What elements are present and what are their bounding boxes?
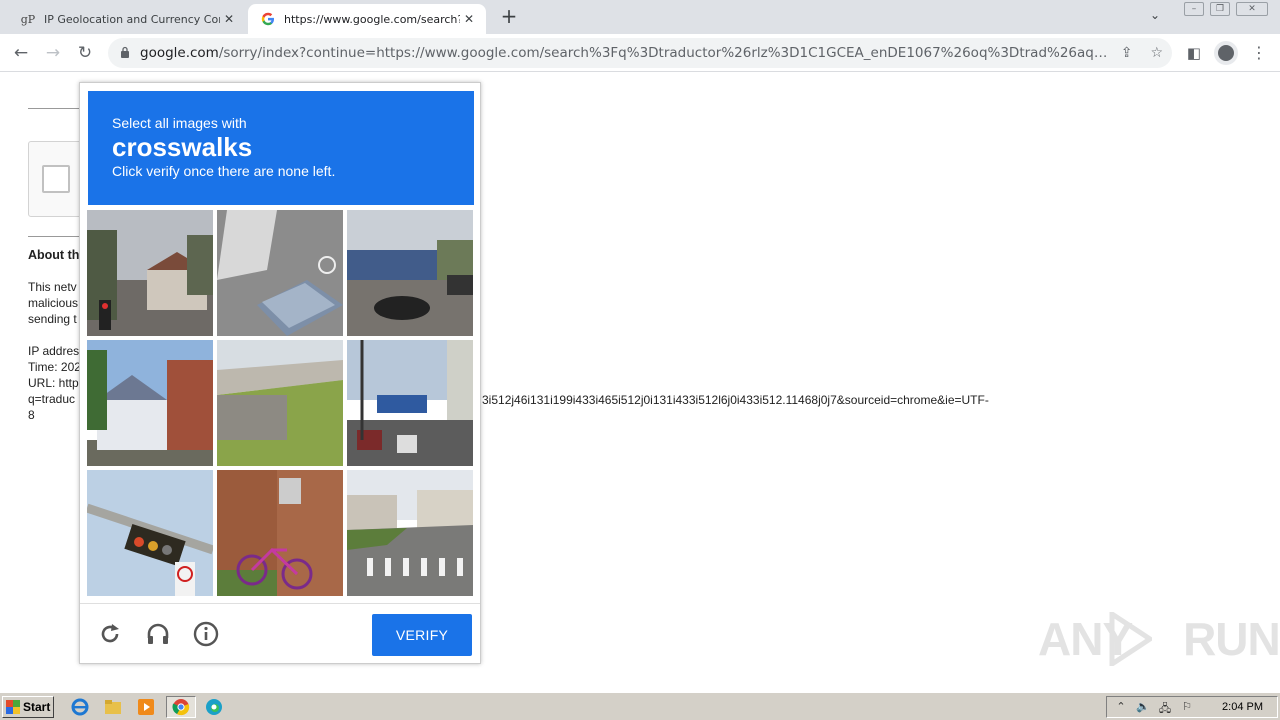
share-icon[interactable]: ⇪	[1121, 45, 1133, 61]
body-text-line: This netv	[28, 280, 77, 294]
captcha-tile-house[interactable]	[87, 340, 213, 466]
internet-explorer-icon[interactable]	[68, 697, 92, 717]
info-icon[interactable]	[192, 620, 220, 648]
captcha-tile-overpass[interactable]	[217, 340, 343, 466]
action-center-flag-icon[interactable]: ⚐	[1179, 700, 1195, 714]
body-text-line: malicious	[28, 296, 79, 310]
watermark-text: ANY RUN	[1038, 613, 1280, 665]
captcha-tile-bicycle[interactable]	[217, 470, 343, 596]
back-arrow-icon[interactable]: ←	[10, 42, 32, 64]
ip-address-line: IP addres	[28, 344, 80, 358]
chrome-taskbar-button[interactable]	[166, 696, 196, 718]
audio-challenge-headphones-icon[interactable]	[144, 620, 172, 648]
tab-google-search[interactable]: https://www.google.com/search?q= ✕	[248, 4, 486, 34]
google-g-icon	[260, 11, 276, 27]
close-window-icon[interactable]: ✕	[1236, 2, 1268, 16]
reload-icon[interactable]: ↻	[74, 42, 96, 64]
verify-button[interactable]: VERIFY	[372, 614, 472, 656]
captcha-tile-bike-lane[interactable]	[217, 210, 343, 336]
gp-favicon-icon: gP	[20, 12, 36, 26]
tab-title: IP Geolocation and Currency Conver	[44, 12, 220, 26]
captcha-tile-crosswalk[interactable]	[347, 470, 473, 596]
system-tray: ⌃ 🔈 🖧 ⚐ 2:04 PM	[1106, 696, 1278, 718]
url-host: google.com	[140, 45, 219, 61]
new-tab-button[interactable]: +	[498, 6, 520, 28]
tab-ip-geolocation[interactable]: gP IP Geolocation and Currency Conver ✕	[8, 4, 246, 34]
minimize-icon[interactable]: –	[1184, 2, 1204, 16]
reload-challenge-icon[interactable]	[96, 620, 124, 648]
body-text-line: sending t	[28, 312, 77, 326]
captcha-tile-traffic-light-sign[interactable]	[87, 470, 213, 596]
bookmark-star-icon[interactable]: ☆	[1150, 45, 1163, 61]
captcha-tile-intersection[interactable]	[347, 340, 473, 466]
divider	[28, 236, 82, 237]
side-panel-icon[interactable]: ◧	[1183, 42, 1205, 64]
anyrun-watermark: ANY RUN	[1038, 612, 1280, 666]
url-query-tail: 3i512j46i131i199i433i465i512j0i131i433i5…	[482, 393, 989, 407]
captcha-tile-street-traffic-light[interactable]	[87, 210, 213, 336]
network-icon[interactable]: 🖧	[1157, 700, 1173, 715]
lock-icon[interactable]	[120, 46, 130, 61]
windows-taskbar: Start ⌃ 🔈 🖧 ⚐ 2:04 PM	[0, 692, 1280, 720]
recaptcha-checkbox[interactable]	[42, 165, 70, 193]
edge-icon[interactable]	[202, 697, 226, 717]
challenge-subtext: Click verify once there are none left.	[112, 163, 336, 179]
challenge-footer: VERIFY	[80, 603, 480, 663]
start-label: Start	[23, 700, 51, 714]
start-button[interactable]: Start	[2, 696, 54, 718]
close-tab-icon[interactable]: ✕	[460, 12, 478, 26]
volume-icon[interactable]: 🔈	[1135, 700, 1151, 714]
file-explorer-icon[interactable]	[101, 697, 125, 717]
about-heading: About th	[28, 248, 80, 262]
clock[interactable]: 2:04 PM	[1222, 701, 1263, 713]
play-logo-icon	[1109, 612, 1152, 666]
chrome-icon	[172, 699, 190, 716]
address-bar[interactable]: google.com /sorry/index?continue=https:/…	[108, 38, 1172, 68]
tab-strip: gP IP Geolocation and Currency Conver ✕ …	[0, 0, 1280, 34]
url-query-line: q=traduc	[28, 392, 76, 406]
challenge-instruction: Select all images with	[112, 115, 247, 131]
tab-search-chevron-icon[interactable]: ⌄	[1150, 8, 1160, 22]
recaptcha-challenge: Select all images with crosswalks Click …	[79, 82, 481, 664]
challenge-target: crosswalks	[112, 132, 253, 162]
divider	[28, 108, 82, 109]
captcha-tile-gas-station[interactable]	[347, 210, 473, 336]
forward-arrow-icon[interactable]: →	[42, 42, 64, 64]
show-hidden-icons-chevron-icon[interactable]: ⌃	[1113, 700, 1129, 714]
url-query-end: 8	[28, 408, 35, 422]
url-path: /sorry/index?continue=https://www.google…	[218, 45, 1112, 61]
time-line: Time: 202	[28, 360, 81, 374]
tab-title: https://www.google.com/search?q=	[284, 12, 460, 26]
restore-icon[interactable]: ❐	[1210, 2, 1230, 16]
menu-kebab-icon[interactable]: ⋮	[1248, 42, 1270, 64]
close-tab-icon[interactable]: ✕	[220, 12, 238, 26]
windows-flag-icon	[6, 700, 20, 714]
media-player-icon[interactable]	[134, 697, 158, 717]
challenge-header: Select all images with crosswalks Click …	[88, 91, 474, 205]
browser-toolbar: ← → ↻ google.com /sorry/index?continue=h…	[0, 34, 1280, 72]
profile-avatar-icon[interactable]	[1214, 41, 1238, 65]
url-line: URL: http	[28, 376, 79, 390]
